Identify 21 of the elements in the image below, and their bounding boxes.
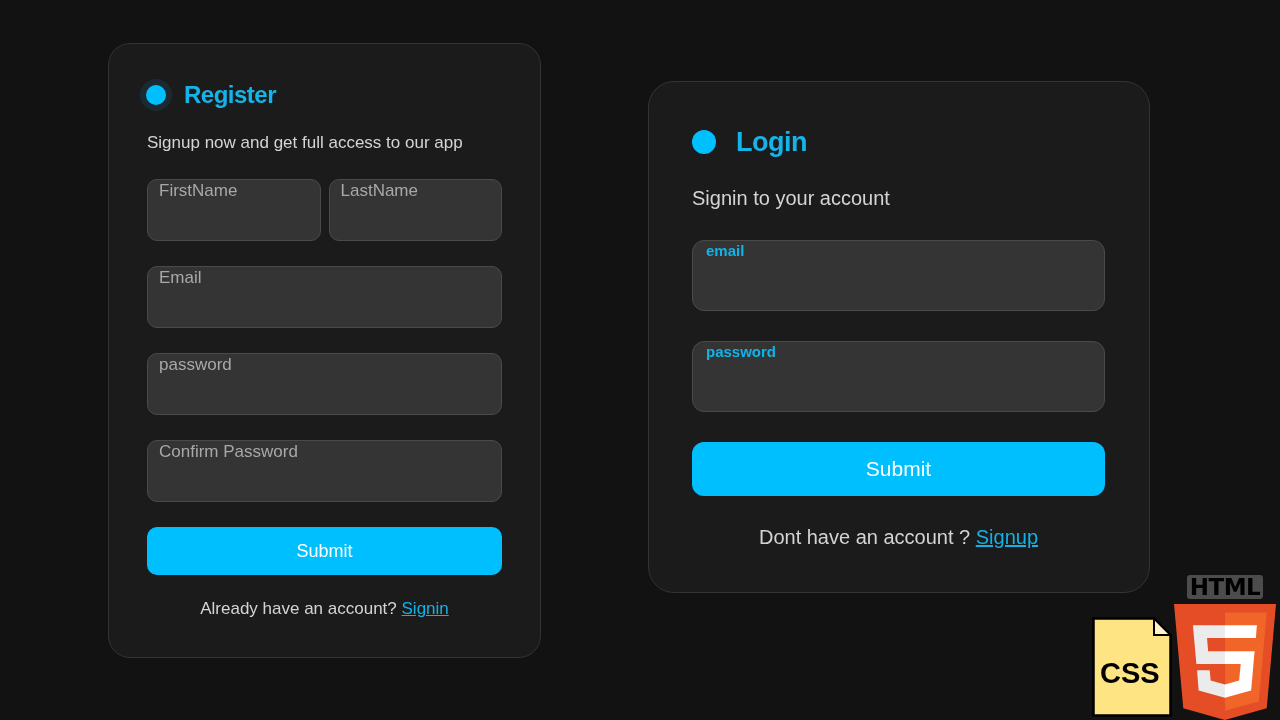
shield-logo-icon — [1174, 604, 1276, 720]
input-field[interactable]: FirstName — [147, 179, 321, 241]
signin-link[interactable]: Signin — [401, 599, 449, 618]
input-field[interactable]: LastName — [328, 179, 502, 241]
input-field[interactable] — [692, 240, 1105, 311]
form-title: Login — [736, 125, 807, 159]
input-field[interactable]: Confirm Password — [147, 440, 502, 502]
css-label: CSS — [1100, 657, 1160, 689]
footer-text: Already have an account? Signin — [199, 599, 450, 619]
field-label: email — [706, 242, 745, 260]
signup-link[interactable]: Signup — [975, 526, 1039, 548]
form-subtitle: Signin to your account — [692, 186, 891, 210]
form-subtitle: Signup now and get full access to our app — [147, 133, 464, 153]
file-icon — [1092, 617, 1172, 717]
input-field[interactable] — [692, 341, 1105, 412]
form-title: Register — [184, 80, 277, 110]
input-field[interactable]: Email — [147, 266, 502, 328]
footer-text: Dont have an account ? Signup — [757, 525, 1040, 549]
input-field[interactable]: password — [147, 353, 502, 415]
html-label: HTML — [1186, 575, 1264, 599]
field-label: password — [706, 343, 777, 361]
